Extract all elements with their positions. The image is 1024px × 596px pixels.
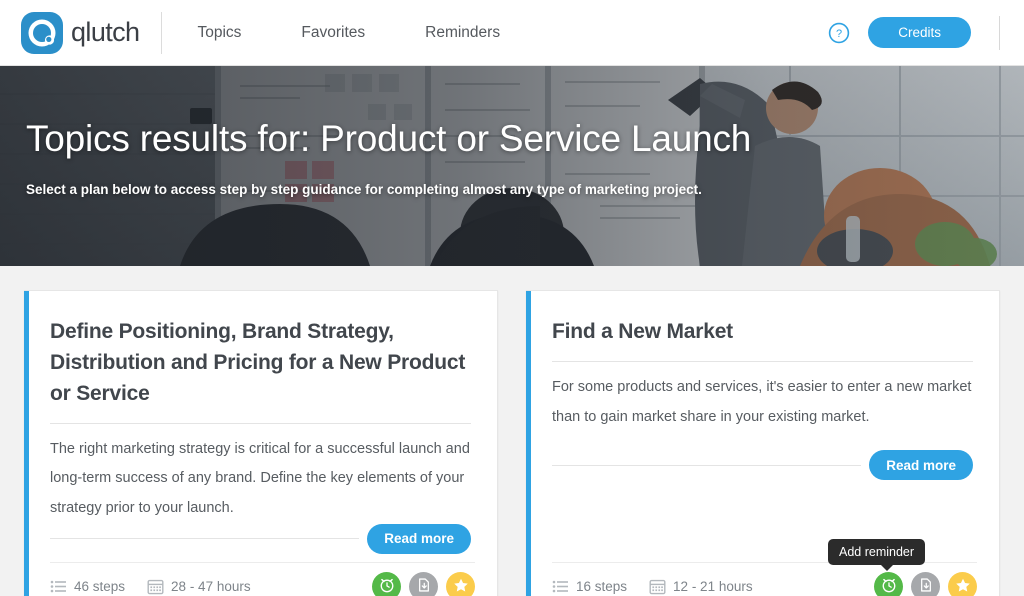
card-title-divider	[50, 422, 471, 424]
card-footer: 16 steps 12 - 21 hours Add reminder	[526, 538, 999, 596]
steps-meta: 46 steps	[50, 578, 125, 595]
add-reminder-tooltip: Add reminder	[828, 538, 926, 571]
star-icon	[954, 576, 972, 596]
star-icon	[452, 576, 470, 596]
calendar-icon	[649, 578, 666, 595]
readmore-divider	[552, 464, 862, 466]
download-button[interactable]	[409, 571, 438, 596]
download-document-icon	[415, 576, 433, 596]
nav-item-reminders[interactable]: Reminders	[425, 24, 500, 42]
header-actions: ? Credits	[828, 15, 1024, 50]
card-description: The right marketing strategy is critical…	[50, 440, 470, 517]
header-divider	[161, 11, 163, 54]
steps-meta: 16 steps	[552, 578, 627, 595]
hours-meta: 12 - 21 hours	[649, 578, 753, 595]
card-accent-bar	[526, 291, 531, 596]
list-icon	[50, 578, 67, 595]
footer-divider	[50, 561, 475, 563]
brand-logo[interactable]: qlutch	[0, 11, 140, 55]
add-reminder-button[interactable]	[874, 571, 903, 596]
list-icon	[552, 578, 569, 595]
alarm-clock-icon	[880, 576, 898, 596]
header-right-divider	[999, 15, 1000, 50]
card-title: Find a New Market	[552, 320, 733, 343]
topic-card[interactable]: Find a New Market For some products and …	[526, 290, 1000, 596]
nav-item-favorites[interactable]: Favorites	[301, 24, 365, 42]
download-document-icon	[917, 576, 935, 596]
readmore-divider	[50, 538, 360, 540]
card-readmore-row: Read more	[50, 523, 471, 572]
card-description: For some products and services, it's eas…	[552, 378, 972, 425]
credits-button[interactable]: Credits	[868, 17, 971, 48]
card-readmore-row: Read more	[552, 450, 973, 481]
nav-item-topics[interactable]: Topics	[197, 24, 241, 42]
page-title: Topics results for: Product or Service L…	[26, 118, 752, 159]
help-circle-icon[interactable]: ?	[828, 22, 850, 44]
favorite-button[interactable]	[948, 571, 977, 596]
brand-name: qlutch	[71, 17, 140, 47]
card-action-buttons: Add reminder	[828, 538, 977, 596]
card-accent-bar	[24, 291, 29, 596]
card-title: Define Positioning, Brand Strategy, Dist…	[50, 320, 466, 405]
download-button[interactable]	[911, 571, 940, 596]
qlutch-logo-icon	[20, 11, 64, 55]
results-card-list: Define Positioning, Brand Strategy, Dist…	[0, 266, 1024, 596]
calendar-icon	[147, 578, 164, 595]
alarm-clock-icon	[378, 576, 396, 596]
hours-label: 12 - 21 hours	[673, 578, 753, 594]
hero-banner: Topics results for: Product or Service L…	[0, 66, 1024, 266]
svg-text:?: ?	[836, 28, 842, 40]
main-navigation: Topics Favorites Reminders	[197, 24, 500, 42]
card-action-buttons	[372, 571, 475, 596]
hours-label: 28 - 47 hours	[171, 578, 251, 594]
page-subtitle: Select a plan below to access step by st…	[26, 182, 702, 197]
card-title-divider	[552, 360, 973, 362]
steps-label: 16 steps	[576, 578, 628, 594]
read-more-button[interactable]: Read more	[869, 450, 973, 481]
steps-label: 46 steps	[74, 578, 126, 594]
hero-text-block: Topics results for: Product or Service L…	[26, 118, 751, 197]
topic-card[interactable]: Define Positioning, Brand Strategy, Dist…	[24, 290, 498, 596]
app-header: qlutch Topics Favorites Reminders ? Cred…	[0, 0, 1024, 66]
read-more-button[interactable]: Read more	[367, 523, 471, 554]
add-reminder-button[interactable]	[372, 571, 401, 596]
hours-meta: 28 - 47 hours	[147, 578, 251, 595]
favorite-button[interactable]	[446, 571, 475, 596]
card-footer: 46 steps 28 - 47 hours	[24, 561, 497, 596]
